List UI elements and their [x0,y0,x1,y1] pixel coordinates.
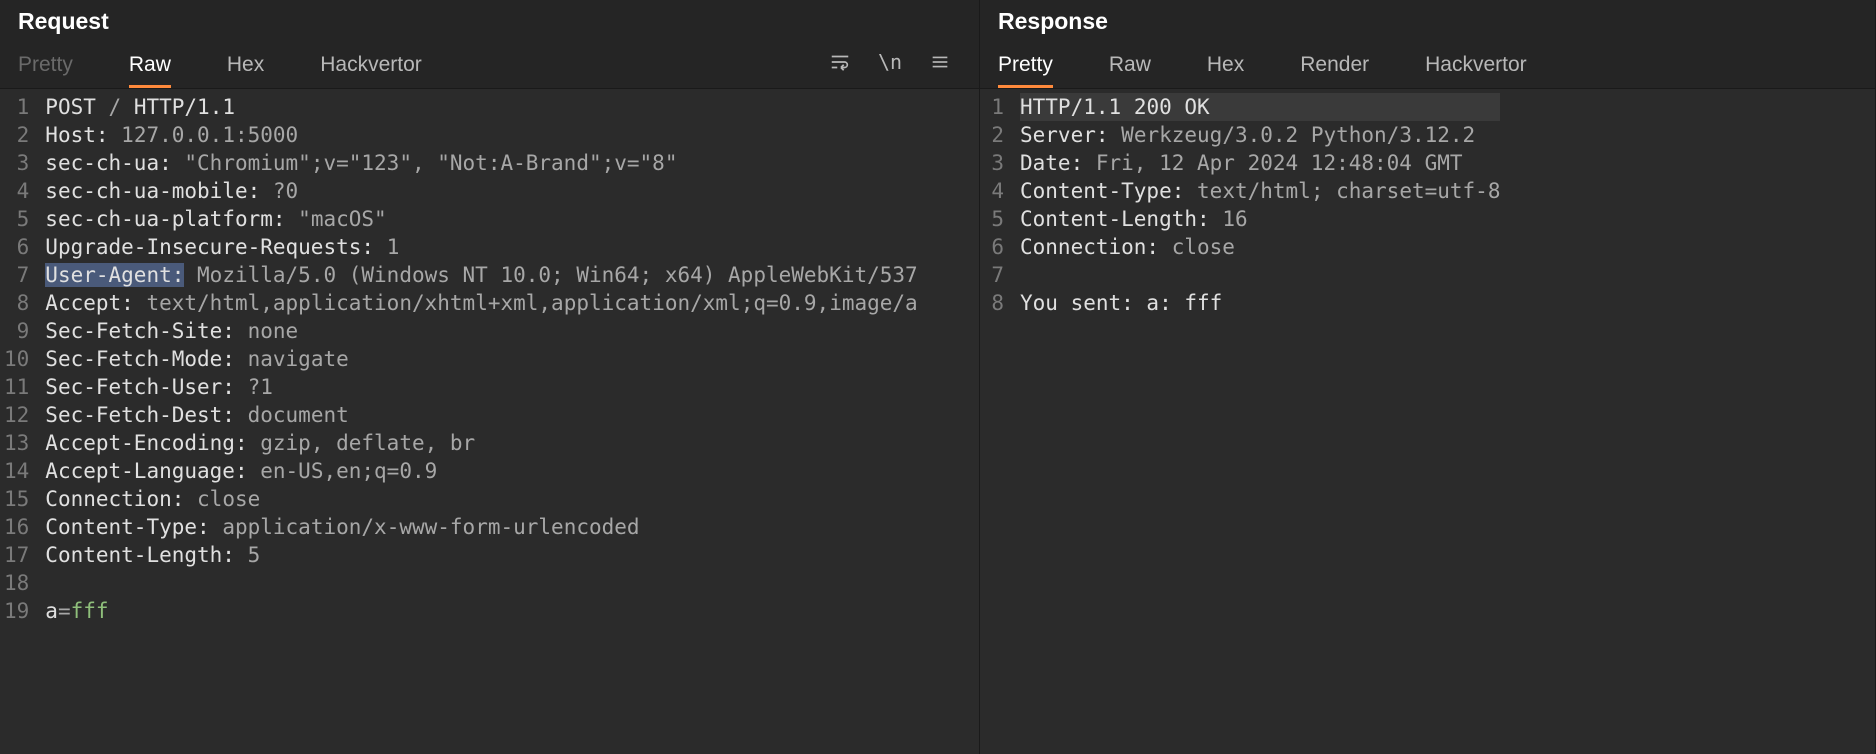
request-panel: Request Pretty Raw Hex Hackvertor \n 123… [0,0,980,754]
line-number: 8 [984,289,1008,317]
code-line[interactable]: User-Agent: Mozilla/5.0 (Windows NT 10.0… [45,261,917,289]
code-line[interactable] [45,569,917,597]
code-line[interactable]: Accept-Language: en-US,en;q=0.9 [45,457,917,485]
line-number: 17 [4,541,33,569]
line-number: 3 [984,149,1008,177]
code-line[interactable]: Content-Type: application/x-www-form-url… [45,513,917,541]
menu-icon[interactable] [927,49,953,75]
line-number: 8 [4,289,33,317]
code-line[interactable]: a=fff [45,597,917,625]
line-number: 7 [984,261,1008,289]
line-number: 10 [4,345,33,373]
code-line[interactable]: Upgrade-Insecure-Requests: 1 [45,233,917,261]
response-panel: Response Pretty Raw Hex Render Hackverto… [980,0,1876,754]
request-header: Request Pretty Raw Hex Hackvertor \n [0,0,979,89]
response-editor[interactable]: 12345678 HTTP/1.1 200 OKServer: Werkzeug… [980,89,1875,754]
line-number: 4 [984,177,1008,205]
line-number: 6 [984,233,1008,261]
request-tab-row: Pretty Raw Hex Hackvertor \n [18,45,961,88]
tab-render[interactable]: Render [1300,45,1369,88]
code-line[interactable]: sec-ch-ua-platform: "macOS" [45,205,917,233]
request-title: Request [18,8,961,35]
code-line[interactable]: Connection: close [45,485,917,513]
line-number: 5 [4,205,33,233]
line-number: 13 [4,429,33,457]
wrap-icon[interactable] [827,49,853,75]
line-number: 11 [4,373,33,401]
code-line[interactable]: Sec-Fetch-Mode: navigate [45,345,917,373]
response-header: Response Pretty Raw Hex Render Hackverto… [980,0,1875,89]
code-line[interactable]: Content-Length: 5 [45,541,917,569]
code-line[interactable]: POST / HTTP/1.1 [45,93,917,121]
request-content[interactable]: POST / HTTP/1.1Host: 127.0.0.1:5000sec-c… [41,89,917,754]
tab-hackvertor[interactable]: Hackvertor [1425,45,1527,88]
response-tab-row: Pretty Raw Hex Render Hackvertor [998,45,1857,88]
tab-hex[interactable]: Hex [227,45,264,88]
code-line[interactable]: Content-Length: 16 [1020,205,1500,233]
line-number: 2 [984,121,1008,149]
code-line[interactable]: sec-ch-ua-mobile: ?0 [45,177,917,205]
code-line[interactable] [1020,261,1500,289]
code-line[interactable]: Accept-Encoding: gzip, deflate, br [45,429,917,457]
line-number: 9 [4,317,33,345]
code-line[interactable]: Date: Fri, 12 Apr 2024 12:48:04 GMT [1020,149,1500,177]
line-number: 16 [4,513,33,541]
request-editor[interactable]: 12345678910111213141516171819 POST / HTT… [0,89,979,754]
code-line[interactable]: HTTP/1.1 200 OK [1020,93,1500,121]
line-number: 19 [4,597,33,625]
code-line[interactable]: sec-ch-ua: "Chromium";v="123", "Not:A-Br… [45,149,917,177]
line-number: 4 [4,177,33,205]
line-number: 7 [4,261,33,289]
code-line[interactable]: Content-Type: text/html; charset=utf-8 [1020,177,1500,205]
line-number: 1 [984,93,1008,121]
tab-pretty[interactable]: Pretty [18,45,73,88]
tab-hackvertor[interactable]: Hackvertor [320,45,422,88]
code-line[interactable]: Sec-Fetch-Dest: document [45,401,917,429]
code-line[interactable]: Accept: text/html,application/xhtml+xml,… [45,289,917,317]
code-line[interactable]: Connection: close [1020,233,1500,261]
line-number: 18 [4,569,33,597]
line-number: 15 [4,485,33,513]
line-number: 2 [4,121,33,149]
code-line[interactable]: Sec-Fetch-User: ?1 [45,373,917,401]
code-line[interactable]: Host: 127.0.0.1:5000 [45,121,917,149]
line-number: 1 [4,93,33,121]
response-title: Response [998,8,1857,35]
response-content[interactable]: HTTP/1.1 200 OKServer: Werkzeug/3.0.2 Py… [1016,89,1500,754]
code-line[interactable]: Sec-Fetch-Site: none [45,317,917,345]
tab-raw[interactable]: Raw [1109,45,1151,88]
tab-raw[interactable]: Raw [129,45,171,88]
request-toolbar: \n [827,49,953,75]
tab-pretty[interactable]: Pretty [998,45,1053,88]
line-number: 14 [4,457,33,485]
line-number: 3 [4,149,33,177]
code-line[interactable]: Server: Werkzeug/3.0.2 Python/3.12.2 [1020,121,1500,149]
response-gutter: 12345678 [980,89,1016,754]
newline-icon[interactable]: \n [877,49,903,75]
tab-hex[interactable]: Hex [1207,45,1244,88]
code-line[interactable]: You sent: a: fff [1020,289,1500,317]
line-number: 6 [4,233,33,261]
line-number: 12 [4,401,33,429]
line-number: 5 [984,205,1008,233]
request-gutter: 12345678910111213141516171819 [0,89,41,754]
